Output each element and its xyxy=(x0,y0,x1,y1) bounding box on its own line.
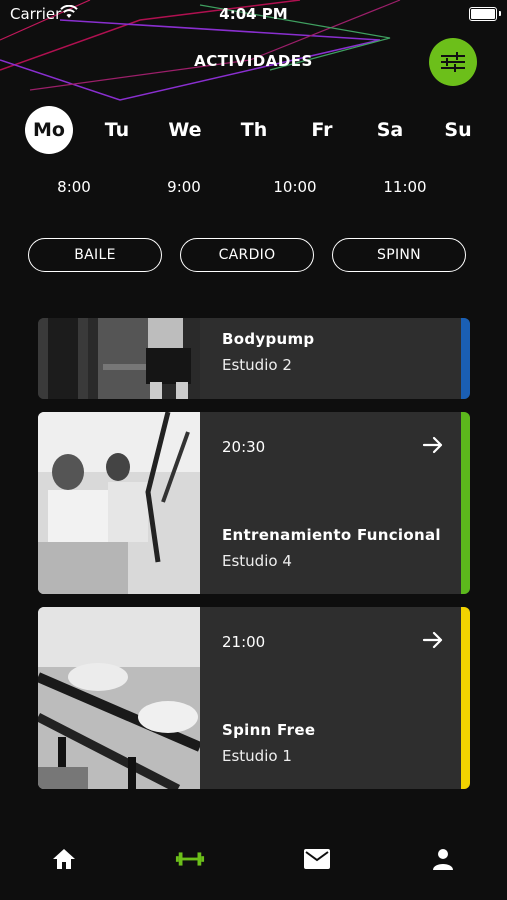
tab-messages[interactable] xyxy=(302,844,332,874)
hour-option[interactable]: 11:00 xyxy=(365,178,445,196)
status-bar: Carrier 4:04 PM xyxy=(0,0,507,28)
day-su[interactable]: Su xyxy=(434,106,482,154)
sliders-icon xyxy=(441,52,465,72)
boxing-photo xyxy=(38,318,200,399)
class-card[interactable]: 21:00 Spinn Free Estudio 1 xyxy=(38,607,470,789)
category-color-bar xyxy=(461,412,470,594)
class-card[interactable]: Bodypump Estudio 2 xyxy=(38,318,470,399)
hour-option[interactable]: 8:00 xyxy=(34,178,114,196)
profile-icon xyxy=(433,849,453,870)
day-tu[interactable]: Tu xyxy=(93,106,141,154)
day-sa[interactable]: Sa xyxy=(366,106,414,154)
class-studio: Estudio 1 xyxy=(222,747,292,765)
hour-selector: 8:00 9:00 10:00 11:00 xyxy=(0,178,507,198)
day-th[interactable]: Th xyxy=(230,106,278,154)
filter-chip-spinn[interactable]: SPINN xyxy=(332,238,466,272)
arrow-right-icon[interactable] xyxy=(422,434,444,456)
filter-chip-baile[interactable]: BAILE xyxy=(28,238,162,272)
class-card[interactable]: 20:30 Entrenamiento Funcional Estudio 4 xyxy=(38,412,470,594)
dumbbell-icon xyxy=(175,852,205,866)
class-studio: Estudio 2 xyxy=(222,356,292,374)
tab-activities[interactable] xyxy=(175,844,205,874)
class-name: Entrenamiento Funcional xyxy=(222,526,441,544)
status-time: 4:04 PM xyxy=(219,5,288,23)
tab-bar xyxy=(0,830,507,890)
class-time: 20:30 xyxy=(222,438,266,456)
battery-icon xyxy=(469,7,497,21)
hour-option[interactable]: 10:00 xyxy=(255,178,335,196)
day-we[interactable]: We xyxy=(161,106,209,154)
filter-chip-cardio[interactable]: CARDIO xyxy=(180,238,314,272)
class-name: Spinn Free xyxy=(222,721,316,739)
category-color-bar xyxy=(461,318,470,399)
mail-icon xyxy=(304,849,330,869)
tab-profile[interactable] xyxy=(428,844,458,874)
filter-settings-button[interactable] xyxy=(429,38,477,86)
class-time: 21:00 xyxy=(222,633,266,651)
day-selector: Mo Tu We Th Fr Sa Su xyxy=(0,106,507,154)
class-studio: Estudio 4 xyxy=(222,552,292,570)
class-name: Bodypump xyxy=(222,330,315,348)
hour-option[interactable]: 9:00 xyxy=(144,178,224,196)
category-color-bar xyxy=(461,607,470,789)
day-fr[interactable]: Fr xyxy=(298,106,346,154)
tab-home[interactable] xyxy=(49,844,79,874)
trx-class-photo xyxy=(38,412,200,594)
spinning-bikes-photo xyxy=(38,607,200,789)
home-icon xyxy=(53,849,75,869)
battery-tip xyxy=(499,11,501,16)
day-mo[interactable]: Mo xyxy=(25,106,73,154)
arrow-right-icon[interactable] xyxy=(422,629,444,651)
